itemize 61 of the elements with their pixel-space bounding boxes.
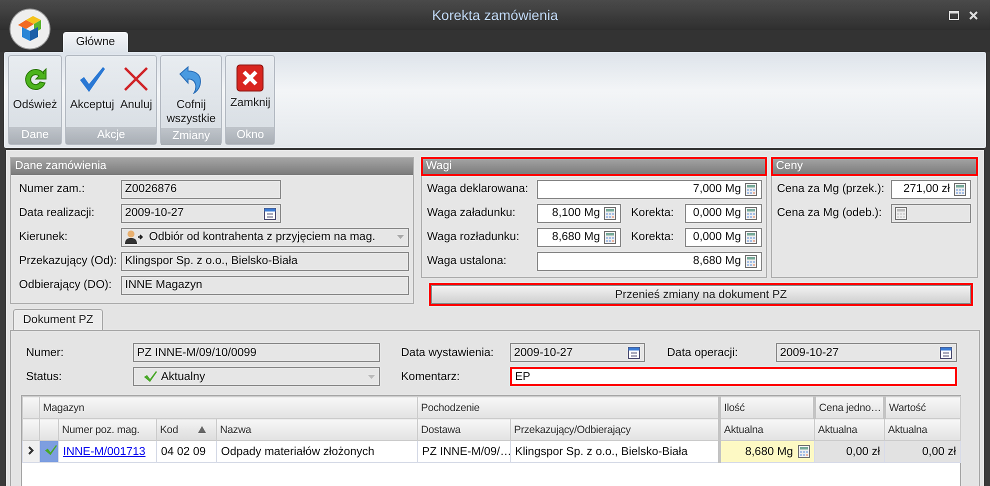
column-header[interactable]: Przekazujący/Odbierający <box>510 418 720 440</box>
ribbon-button[interactable]: Zamknij <box>227 58 274 125</box>
field-label: Status: <box>26 370 63 382</box>
group-label: Okno <box>226 127 274 144</box>
group-label: Akcje <box>66 127 156 144</box>
field-label: Korekta: <box>630 231 675 243</box>
group-label: Zmiany <box>161 128 222 145</box>
field-label: Kierunek: <box>19 231 69 243</box>
field-label: Data wystawienia: <box>401 346 495 358</box>
column-header[interactable]: Aktualna <box>720 418 815 440</box>
field-label: Waga deklarowana: <box>427 183 530 195</box>
number-field[interactable]: 8,680 Mg <box>537 228 621 246</box>
panel-header: Dane zamówienia <box>11 158 413 175</box>
group-header: Magazyn <box>40 396 418 418</box>
column-header[interactable]: Dostawa <box>418 418 511 440</box>
group-header: Wartość <box>884 396 961 418</box>
field-label: Korekta: <box>630 207 675 219</box>
table-cell: PZ INNE-M/09/… <box>422 446 510 458</box>
table-cell: Klingspor Sp. z o.o., Bielsko-Biała <box>515 446 688 458</box>
table-cell: Odpady materiałów złożonych <box>221 446 374 458</box>
number-field[interactable]: 8,100 Mg <box>537 204 621 222</box>
field-label: Odbierający (DO): <box>19 279 113 291</box>
ribbon-button[interactable]: Cofnij wszystkie <box>162 58 220 126</box>
field-label: Data operacji: <box>667 346 739 358</box>
field-label: Numer zam.: <box>19 183 86 195</box>
number-field[interactable]: 7,000 Mg <box>537 180 762 198</box>
window-title: Korekta zamówienia <box>432 7 558 23</box>
panel-header: Ceny <box>772 158 977 175</box>
column-header[interactable]: Numer poz. mag. <box>58 418 156 440</box>
field-label: Numer: <box>26 346 65 358</box>
number-field[interactable]: 0,000 Mg <box>685 228 762 246</box>
transfer-button[interactable]: Przenieś zmiany na dokument PZ <box>431 285 971 304</box>
group-header: Pochodzenie <box>418 396 720 418</box>
group-label: Dane <box>9 127 62 144</box>
field-label: Waga rozładunku: <box>427 231 520 243</box>
column-header[interactable]: Aktualna <box>884 418 961 440</box>
ribbon-button[interactable]: Anuluj <box>117 58 156 125</box>
table-cell: 04 02 09 <box>161 446 206 458</box>
table-cell: 0,00 zł <box>846 446 880 458</box>
field-label: Komentarz: <box>401 370 461 382</box>
field-label: Data realizacji: <box>19 207 96 219</box>
field-label: Cena za Mg (przek.): <box>777 183 886 195</box>
field-label: Waga załadunku: <box>427 207 516 219</box>
group-header: Ilość <box>720 396 815 418</box>
panel-header: Wagi <box>422 158 766 175</box>
group-header: Cena jedno… <box>814 396 885 418</box>
number-field[interactable]: 271,00 zł <box>891 180 971 198</box>
ribbon-button[interactable]: Odśwież <box>10 58 60 125</box>
column-header[interactable]: Nazwa <box>216 418 418 440</box>
table-cell: 0,00 zł <box>922 446 956 458</box>
field-label: Waga ustalona: <box>427 255 508 267</box>
column-header[interactable]: Aktualna <box>814 418 885 440</box>
ribbon-tab[interactable]: Główne <box>63 32 128 52</box>
document-tab[interactable]: Dokument PZ <box>13 309 104 330</box>
number-field[interactable]: 0,000 Mg <box>685 204 762 222</box>
field-label: Przekazujący (Od): <box>19 255 118 267</box>
number-field[interactable]: 8,680 Mg <box>537 252 762 270</box>
ribbon-button[interactable]: Akceptuj <box>67 58 118 125</box>
field-label: Cena za Mg (odeb.): <box>777 207 883 219</box>
column-header[interactable]: Kod <box>156 418 216 440</box>
text-field[interactable]: EP <box>510 367 957 386</box>
